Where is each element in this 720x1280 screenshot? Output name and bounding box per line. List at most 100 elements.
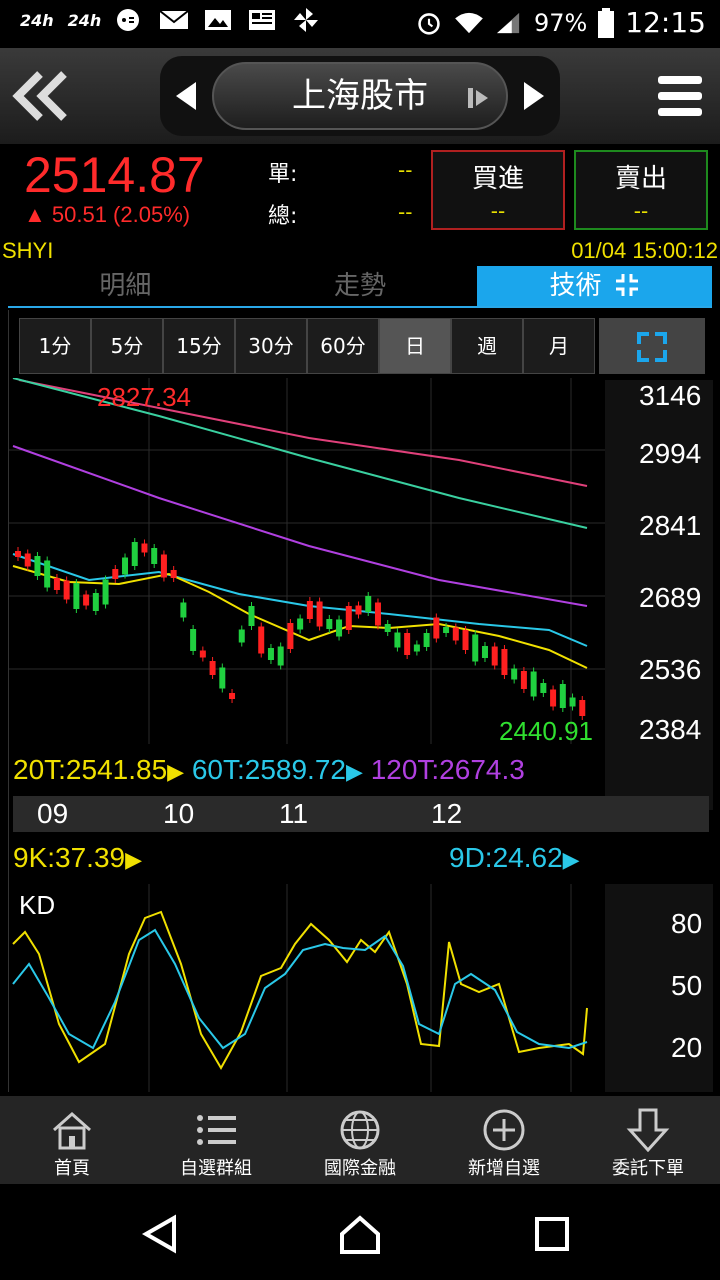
recent-apps-icon[interactable] bbox=[534, 1216, 570, 1252]
status-bar: 24h 24h 97% 12:15 bbox=[0, 0, 720, 48]
candle-body bbox=[190, 629, 197, 651]
d-legend: 9D:24.62▶ bbox=[449, 842, 580, 874]
candle-body bbox=[433, 617, 440, 639]
home-icon bbox=[53, 1111, 91, 1150]
tab-trend[interactable]: 走勢 bbox=[243, 266, 478, 306]
nav-watchlist-groups[interactable]: 自選群組 bbox=[144, 1096, 288, 1184]
nav-place-order-label: 委託下單 bbox=[612, 1158, 684, 1179]
nav-international[interactable]: 國際金融 bbox=[288, 1096, 432, 1184]
ma60-value: 60T:2589.72 bbox=[191, 754, 346, 785]
candle-body bbox=[180, 602, 187, 618]
candle-body bbox=[209, 661, 216, 675]
double-chevron-left-icon[interactable] bbox=[8, 66, 72, 126]
period-day[interactable]: 日 bbox=[379, 318, 451, 374]
candle-body bbox=[501, 649, 508, 675]
candle-body bbox=[530, 671, 537, 697]
symbol-code: SHYI bbox=[2, 238, 54, 263]
bottom-nav: 首頁 自選群組 國際金融 新增自選 委託下單 bbox=[0, 1096, 720, 1184]
candle-body bbox=[248, 606, 255, 626]
nav-add-watchlist[interactable]: 新增自選 bbox=[432, 1096, 576, 1184]
last-price: 2514.87 bbox=[24, 147, 205, 203]
sell-button[interactable]: 賣出 -- bbox=[574, 150, 708, 230]
mail-icon bbox=[159, 10, 189, 29]
d-arrow-icon[interactable]: ▶ bbox=[563, 847, 580, 872]
fullscreen-button[interactable] bbox=[599, 318, 705, 374]
system-nav-bar bbox=[0, 1184, 720, 1280]
candle-body bbox=[569, 697, 576, 707]
candle-body bbox=[481, 646, 488, 658]
period-1min[interactable]: 1分 bbox=[19, 318, 91, 374]
candle-body bbox=[472, 634, 479, 662]
alarm-icon bbox=[418, 12, 440, 35]
candle-body bbox=[170, 570, 177, 578]
single-volume-label: 單: bbox=[268, 162, 298, 187]
nav-home[interactable]: 首頁 bbox=[0, 1096, 144, 1184]
status-24h-label-1: 24h bbox=[20, 10, 54, 30]
period-week[interactable]: 週 bbox=[451, 318, 523, 374]
candle-body bbox=[336, 619, 343, 637]
buy-value: -- bbox=[490, 199, 506, 223]
d-value: 9D:24.62 bbox=[449, 842, 563, 873]
x-label-4: 12 bbox=[431, 798, 463, 829]
candle-body bbox=[326, 619, 333, 629]
fullscreen-icon bbox=[637, 332, 667, 362]
period-60min[interactable]: 60分 bbox=[307, 318, 379, 374]
y-label-4: 2689 bbox=[639, 582, 702, 613]
symbol-row: SHYI 01/04 15:00:12 bbox=[0, 236, 720, 266]
tab-detail[interactable]: 明細 bbox=[8, 266, 243, 306]
candle-body bbox=[297, 618, 304, 630]
plus-circle-icon bbox=[483, 1109, 525, 1151]
candle-body bbox=[238, 629, 245, 643]
candle-body bbox=[267, 648, 274, 660]
nav-international-label: 國際金融 bbox=[324, 1158, 396, 1179]
ma20-arrow-icon[interactable]: ▶ bbox=[167, 759, 184, 784]
ma20-value: 20T:2541.85 bbox=[13, 754, 168, 785]
kd-label-20: 20 bbox=[671, 1032, 703, 1063]
period-selector: 1分 5分 15分 30分 60分 日 週 月 bbox=[19, 318, 595, 374]
back-triangle-icon[interactable] bbox=[140, 1214, 180, 1254]
candle-body bbox=[83, 594, 90, 606]
period-month[interactable]: 月 bbox=[523, 318, 595, 374]
battery-percent: 97% bbox=[533, 8, 588, 37]
tab-technical[interactable]: 技術 bbox=[477, 266, 713, 306]
wifi-icon bbox=[455, 12, 483, 33]
buy-button[interactable]: 買進 -- bbox=[431, 150, 565, 230]
nav-watchlist-groups-label: 自選群組 bbox=[180, 1158, 252, 1179]
battery-icon bbox=[598, 7, 615, 38]
hamburger-menu-icon[interactable] bbox=[658, 74, 702, 118]
ma120-value: 120T:2674.3 bbox=[370, 754, 525, 785]
candle-body bbox=[219, 667, 226, 689]
ma60-arrow-icon[interactable]: ▶ bbox=[346, 759, 363, 784]
ma-legend: 20T:2541.85▶ 60T:2589.72▶ 120T:2674.3 bbox=[13, 754, 525, 786]
nav-add-watchlist-label: 新增自選 bbox=[468, 1158, 540, 1179]
candle-body bbox=[511, 668, 518, 680]
clock: 12:15 bbox=[625, 6, 706, 39]
candle-body bbox=[540, 683, 547, 693]
total-volume-value: -- bbox=[398, 200, 413, 224]
candle-body bbox=[44, 560, 51, 588]
period-30min[interactable]: 30分 bbox=[235, 318, 307, 374]
candle-body bbox=[258, 626, 265, 654]
order-down-icon bbox=[626, 1108, 670, 1152]
candle-body bbox=[413, 644, 420, 652]
period-15min[interactable]: 15分 bbox=[163, 318, 235, 374]
candle-body bbox=[365, 596, 372, 612]
home-outline-icon[interactable] bbox=[338, 1214, 382, 1254]
candle-body bbox=[550, 689, 557, 707]
period-5min[interactable]: 5分 bbox=[91, 318, 163, 374]
page-title: 上海股市 bbox=[292, 76, 428, 116]
quote-datetime: 01/04 15:00:12 bbox=[571, 238, 718, 263]
candle-body bbox=[122, 557, 129, 575]
market-title-pill[interactable]: 上海股市 bbox=[212, 62, 508, 130]
k-line bbox=[12, 910, 588, 1071]
candle-body bbox=[24, 553, 31, 567]
k-arrow-icon[interactable]: ▶ bbox=[125, 847, 142, 872]
candle-body bbox=[151, 548, 158, 564]
nav-place-order[interactable]: 委託下單 bbox=[576, 1096, 720, 1184]
next-market-icon[interactable] bbox=[522, 82, 544, 110]
x-label-2: 10 bbox=[163, 798, 195, 829]
chat-icon bbox=[117, 9, 140, 31]
candle-body bbox=[15, 551, 21, 557]
x-label-3: 11 bbox=[279, 798, 309, 829]
prev-market-icon[interactable] bbox=[176, 82, 198, 110]
